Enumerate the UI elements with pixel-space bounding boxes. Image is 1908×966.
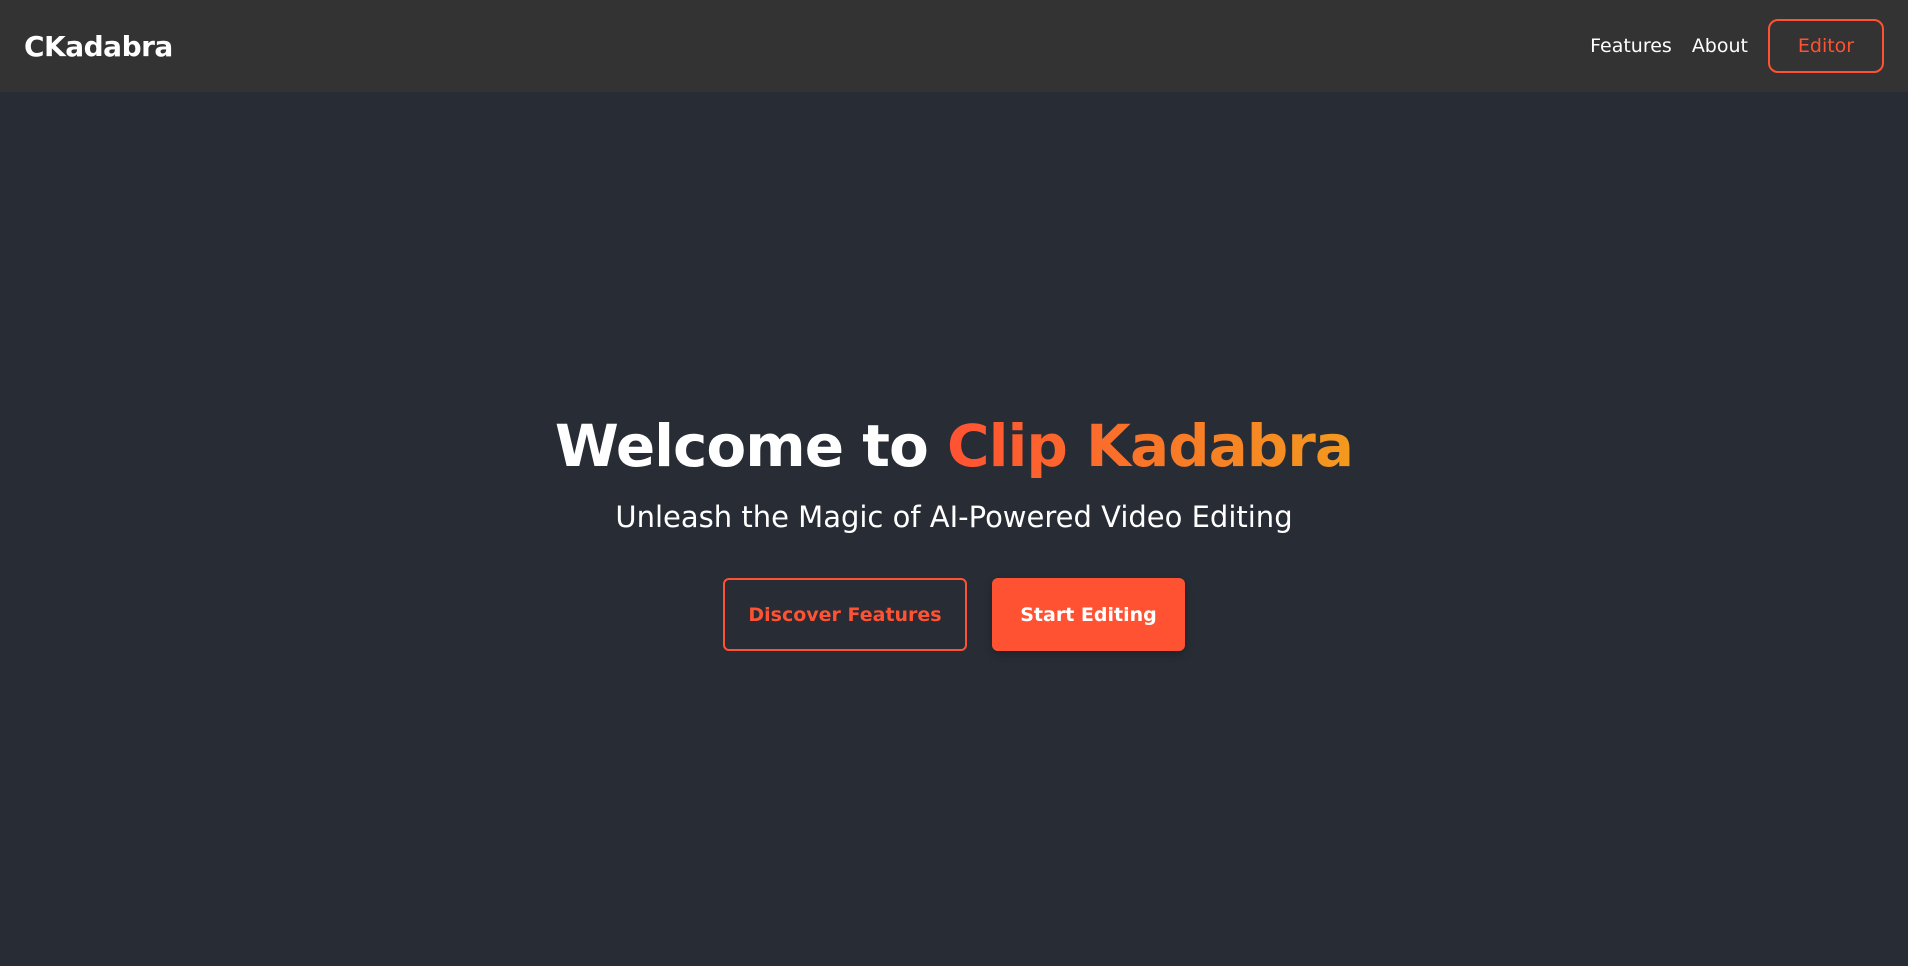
hero-title: Welcome to Clip Kadabra: [554, 410, 1354, 482]
discover-features-button[interactable]: Discover Features: [723, 578, 967, 651]
start-editing-button[interactable]: Start Editing: [992, 578, 1185, 651]
nav-link-about[interactable]: About: [1692, 35, 1748, 57]
navbar: CKadabra Features About Editor: [0, 0, 1908, 92]
editor-button[interactable]: Editor: [1768, 19, 1884, 73]
hero-actions: Discover Features Start Editing: [723, 578, 1185, 651]
hero-section: Welcome to Clip Kadabra Unleash the Magi…: [0, 92, 1908, 966]
nav-links: Features About Editor: [1590, 19, 1884, 73]
hero-title-accent: Clip Kadabra: [947, 412, 1354, 480]
brand-logo[interactable]: CKadabra: [24, 30, 173, 63]
hero-subtitle: Unleash the Magic of AI-Powered Video Ed…: [615, 500, 1293, 534]
nav-link-features[interactable]: Features: [1590, 35, 1672, 57]
hero-title-prefix: Welcome to: [554, 412, 948, 480]
